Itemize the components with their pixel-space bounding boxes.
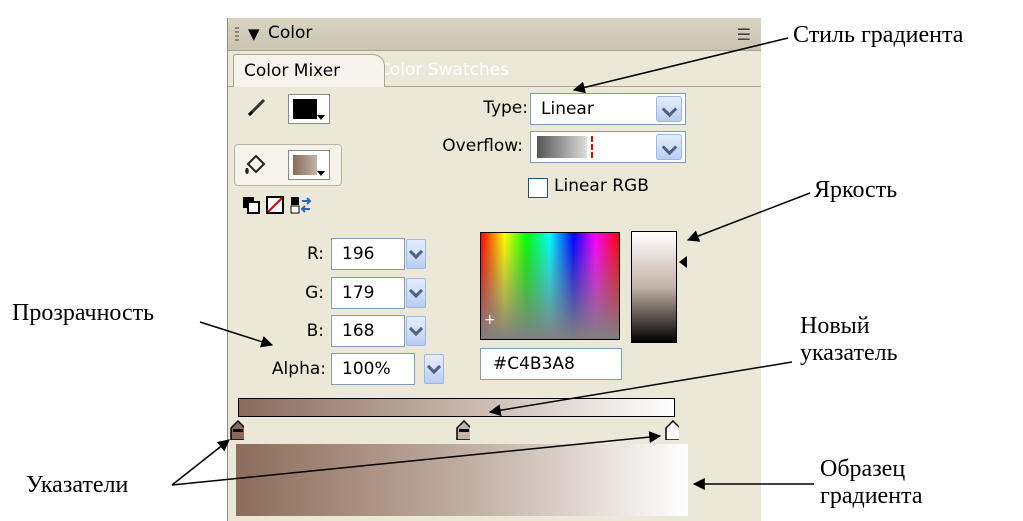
annotation-new-pointer-line2: указатель: [800, 340, 898, 366]
annotation-gradient-sample-line2: градиента: [820, 483, 923, 509]
annotation-arrows: [171, 37, 814, 490]
arrow-transparency: [199, 321, 274, 348]
arrow-new-pointer: [488, 361, 793, 417]
arrow-brightness: [686, 192, 811, 242]
arrow-gradient-style: [572, 37, 789, 94]
annotation-gradient-sample-line1: Образец: [820, 456, 906, 482]
annotation-transparency: Прозрачность: [12, 300, 155, 326]
tab-color-mixer[interactable]: Color Mixer: [233, 54, 385, 87]
arrow-pointer-left: [171, 439, 230, 486]
annotation-new-pointer-line1: Новый: [800, 313, 870, 339]
annotation-gradient-style: Стиль градиента: [793, 22, 964, 48]
annotation-pointers: Указатели: [26, 472, 129, 498]
annotation-brightness: Яркость: [814, 177, 898, 203]
arrow-pointer-right: [171, 431, 662, 486]
